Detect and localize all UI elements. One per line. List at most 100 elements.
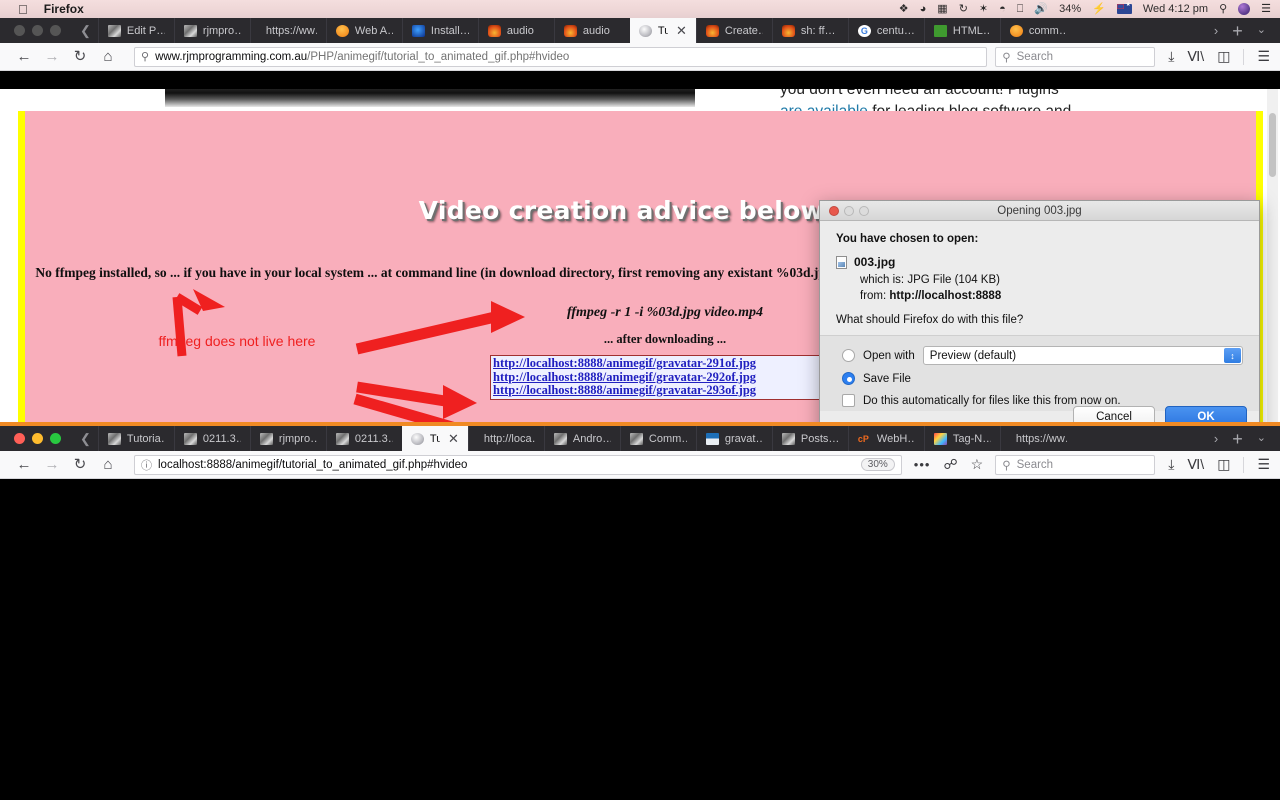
zoom-window-button[interactable] [50, 25, 61, 36]
tab[interactable]: 0211.3… [325, 426, 402, 451]
close-window-button[interactable] [14, 433, 25, 444]
tab-active[interactable]: Tu… ✕ [629, 18, 696, 43]
back-button[interactable]: ← [10, 49, 38, 64]
tab[interactable]: Andro… [543, 426, 620, 451]
downloads-icon[interactable]: ⤓ [1168, 48, 1174, 65]
australia-flag-icon[interactable] [1116, 2, 1132, 14]
search-bar[interactable]: ⚲ Search [995, 46, 1156, 67]
tab[interactable]: Tutoria… [97, 426, 174, 451]
url-bar[interactable]: ⚲ www.rjmprogramming.com.au/PHP/animegif… [134, 46, 988, 67]
tab-scroll-left-button[interactable]: ❮ [73, 426, 98, 451]
volume-icon[interactable]: 🔊 [1034, 3, 1048, 15]
notification-center-icon[interactable]: ☰ [1261, 3, 1271, 15]
minimize-window-button[interactable] [32, 433, 43, 444]
tab[interactable]: comm… [999, 18, 1076, 43]
download-link[interactable]: http://localhost:8888/animegif/gravatar-… [493, 370, 835, 385]
screen-mirroring-icon[interactable]: ⎕ [1017, 3, 1024, 15]
tab[interactable]: WebH… [847, 426, 924, 451]
clock[interactable]: Wed 4:12 pm [1143, 3, 1208, 15]
sidebar-icon[interactable]: ◫ [1217, 48, 1230, 65]
tab-active[interactable]: Tu… ✕ [401, 426, 468, 451]
tab[interactable]: 0211.3… [173, 426, 250, 451]
home-button[interactable]: ⌂ [94, 457, 122, 472]
reload-button[interactable]: ↻ [66, 49, 94, 64]
info-icon[interactable]: ⓘ [141, 457, 152, 473]
list-all-tabs-button[interactable]: ⌄ [1257, 433, 1266, 444]
url-path: /PHP/animegif/tutorial_to_animated_gif.p… [307, 50, 570, 63]
auto-handle-checkbox[interactable] [842, 394, 855, 407]
tab[interactable]: rjmpro… [249, 426, 326, 451]
opening-file-dialog: Opening 003.jpg You have chosen to open:… [819, 200, 1260, 437]
close-tab-icon[interactable]: ✕ [448, 432, 459, 445]
list-all-tabs-button[interactable]: ⌄ [1257, 25, 1266, 36]
zoom-window-button[interactable] [50, 433, 61, 444]
scrollbar-thumb[interactable] [1269, 113, 1276, 177]
open-with-radio[interactable] [842, 349, 855, 362]
airplay-audio-icon[interactable]: ◕ [920, 3, 927, 15]
tab[interactable]: audio [553, 18, 630, 43]
keyboard-icon[interactable]: ▦ [937, 3, 947, 15]
tab[interactable]: audio [477, 18, 554, 43]
tab[interactable]: Install… [401, 18, 478, 43]
tab-label: Comm… [648, 432, 687, 445]
shield-icon[interactable]: ☍ [943, 456, 957, 473]
tab[interactable]: Comm… [619, 426, 696, 451]
forward-button[interactable]: → [38, 457, 66, 472]
tab[interactable]: http://loca… [467, 426, 544, 451]
download-link[interactable]: http://localhost:8888/animegif/gravatar-… [493, 383, 835, 398]
save-file-radio[interactable] [842, 372, 855, 385]
new-tab-button[interactable]: + [1232, 22, 1243, 40]
tab[interactable]: Web A… [325, 18, 402, 43]
back-button[interactable]: ← [10, 457, 38, 472]
tab-scroll-left-button[interactable]: ❮ [73, 18, 98, 43]
tab[interactable]: centu… [847, 18, 924, 43]
close-tab-icon[interactable]: ✕ [676, 24, 687, 37]
open-with-app-select[interactable]: Preview (default) ↕ [922, 346, 1243, 365]
save-file-row[interactable]: Save File [842, 372, 1243, 385]
timemachine-icon[interactable]: ↻ [959, 3, 968, 15]
close-window-button[interactable] [14, 25, 25, 36]
minimize-window-button[interactable] [32, 25, 43, 36]
tab[interactable]: sh: ff… [771, 18, 848, 43]
search-bar[interactable]: ⚲ Search [995, 454, 1156, 475]
forward-button[interactable]: → [38, 49, 66, 64]
window-controls-1[interactable] [0, 18, 73, 43]
page-actions-icon[interactable]: ••• [914, 457, 931, 472]
search-icon[interactable]: ⚲ [1219, 3, 1227, 15]
bluetooth-icon[interactable]: ✶ [979, 3, 988, 15]
tab[interactable]: HTML… [923, 18, 1000, 43]
apple-logo-icon[interactable]:  [18, 3, 28, 16]
reload-button[interactable]: ↻ [66, 457, 94, 472]
tab[interactable]: gravat… [695, 426, 772, 451]
tab[interactable]: Create… [695, 18, 772, 43]
chevron-updown-icon[interactable]: ↕ [1224, 348, 1241, 363]
library-icon[interactable]: Ⅵ\ [1187, 48, 1204, 65]
bookmark-star-icon[interactable]: ☆ [971, 456, 984, 473]
dropbox-icon[interactable]: ❖ [899, 3, 909, 15]
tab[interactable]: https://ww… [249, 18, 326, 43]
wifi-icon[interactable]: ◓ [999, 3, 1006, 15]
new-tab-button[interactable]: + [1232, 430, 1243, 448]
sidebar-icon[interactable]: ◫ [1217, 456, 1230, 473]
library-icon[interactable]: Ⅵ\ [1187, 456, 1204, 473]
page-scrollbar-1[interactable] [1267, 89, 1278, 441]
hamburger-menu-icon[interactable]: ☰ [1257, 48, 1270, 65]
battery-percent[interactable]: 34% [1059, 3, 1081, 15]
tab[interactable]: Posts… [771, 426, 848, 451]
url-bar[interactable]: ⓘ localhost:8888/animegif/tutorial_to_an… [134, 454, 902, 475]
siri-icon[interactable] [1238, 3, 1251, 15]
home-button[interactable]: ⌂ [94, 49, 122, 64]
open-with-row[interactable]: Open with Preview (default) ↕ [842, 346, 1243, 365]
tab[interactable]: rjmpro… [173, 18, 250, 43]
downloads-icon[interactable]: ⤓ [1168, 456, 1174, 473]
tab[interactable]: Edit P… [97, 18, 174, 43]
zoom-level-badge[interactable]: 30% [860, 458, 895, 471]
window-controls-2[interactable] [0, 426, 73, 451]
download-link[interactable]: http://localhost:8888/animegif/gravatar-… [493, 356, 835, 371]
tab[interactable]: https://ww… [999, 426, 1076, 451]
tab-scroll-right-button[interactable]: › [1214, 432, 1218, 445]
tab-scroll-right-button[interactable]: › [1214, 24, 1218, 37]
hamburger-menu-icon[interactable]: ☰ [1257, 456, 1270, 473]
tab[interactable]: Tag-N… [923, 426, 1000, 451]
search-icon: ⚲ [1002, 459, 1011, 472]
